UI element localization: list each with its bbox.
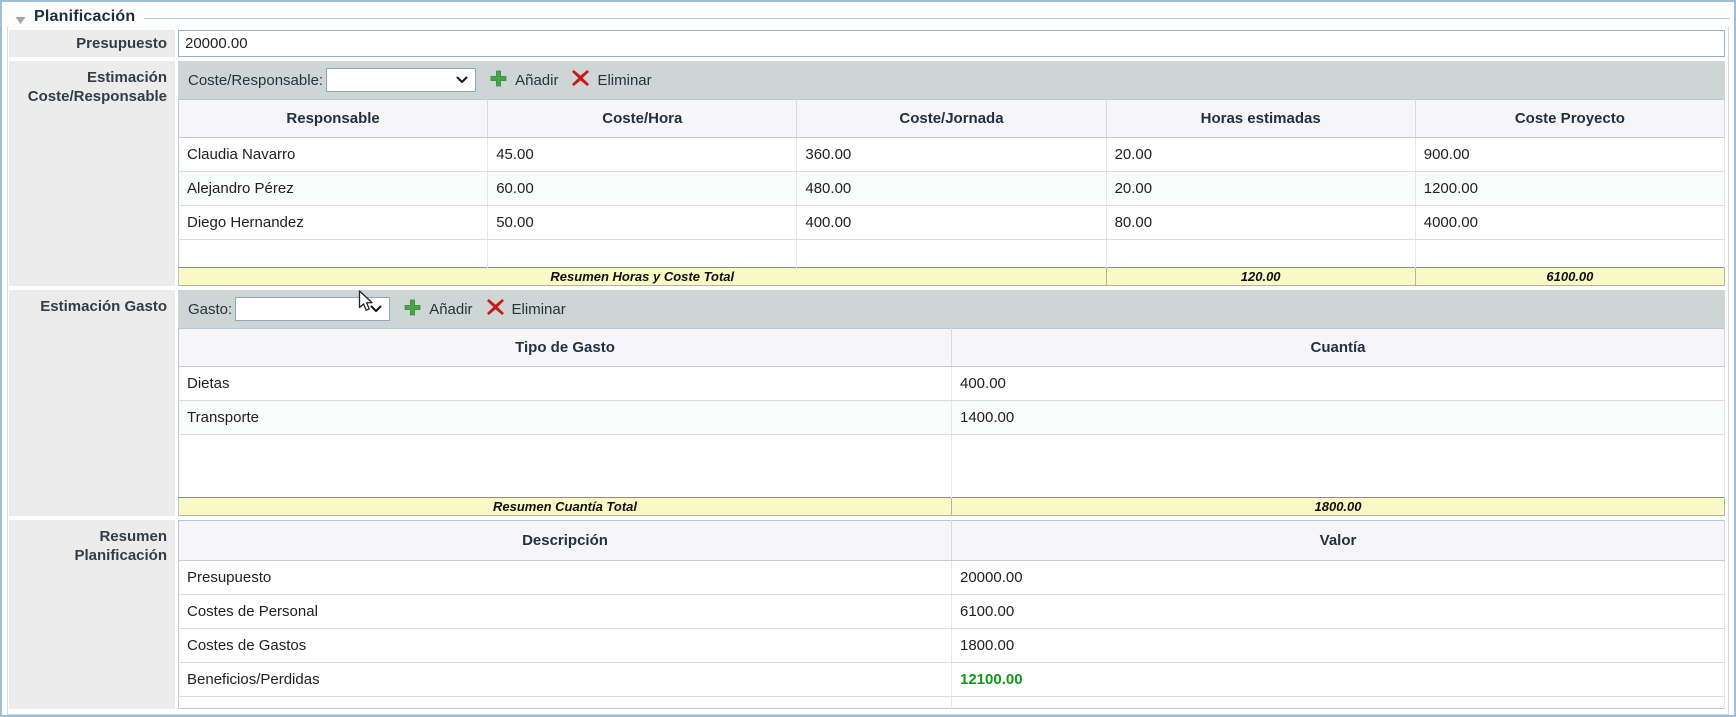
budget-input[interactable]	[178, 30, 1725, 57]
legend-rule	[144, 18, 1730, 19]
table-row[interactable]: Costes de Gastos 1800.00	[179, 629, 1725, 663]
table-row[interactable]: Dietas 400.00	[179, 367, 1725, 401]
table-row[interactable]: Alejandro Pérez 60.00 480.00 20.00 1200.…	[179, 172, 1725, 206]
col-header: Cuantía	[952, 329, 1725, 367]
expense-section: Gasto: Añadir Eliminar	[178, 290, 1725, 516]
total-amount: 1800.00	[952, 498, 1725, 516]
x-icon	[487, 299, 504, 319]
cost-toolbar: Coste/Responsable: Añadir Elim	[178, 61, 1725, 99]
empty-row	[179, 697, 1725, 709]
x-icon	[572, 70, 589, 90]
expense-section-label: Estimación Gasto	[9, 290, 175, 516]
remove-gasto-button[interactable]: Eliminar	[487, 299, 566, 319]
cost-section: Coste/Responsable: Añadir Elim	[178, 61, 1725, 286]
col-header: Descripción	[179, 521, 952, 561]
expense-summary-row: Resumen Cuantía Total 1800.00	[179, 498, 1725, 516]
planificacion-panel: Planificación Presupuesto Estimación Cos…	[0, 0, 1736, 717]
collapse-triangle-icon[interactable]	[15, 12, 26, 21]
cost-table-header-row: Responsable Coste/Hora Coste/Jornada Hor…	[179, 100, 1725, 138]
table-row[interactable]: Costes de Personal 6100.00	[179, 595, 1725, 629]
plus-icon	[490, 70, 507, 91]
cost-select-label: Coste/Responsable:	[188, 72, 323, 89]
expense-select-label: Gasto:	[188, 301, 232, 318]
coste-responsable-select[interactable]	[326, 68, 476, 92]
budget-label: Presupuesto	[9, 30, 175, 57]
section-header: Planificación	[6, 6, 1730, 27]
gasto-select[interactable]	[235, 297, 390, 321]
total-hours: 120.00	[1106, 268, 1415, 286]
col-header: Coste Proyecto	[1415, 100, 1724, 138]
remove-responsable-button[interactable]: Eliminar	[572, 70, 651, 90]
chevron-down-icon	[370, 300, 382, 318]
summary-section-label: Resumen Planificación	[9, 520, 175, 709]
profit-value: 12100.00	[952, 663, 1725, 697]
table-row[interactable]: Beneficios/Perdidas 12100.00	[179, 663, 1725, 697]
table-row[interactable]: Transporte 1400.00	[179, 401, 1725, 435]
col-header: Coste/Hora	[488, 100, 797, 138]
add-responsable-button[interactable]: Añadir	[490, 70, 558, 91]
summary-table-header-row: Descripción Valor	[179, 521, 1725, 561]
expense-table-header-row: Tipo de Gasto Cuantía	[179, 329, 1725, 367]
col-header: Tipo de Gasto	[179, 329, 952, 367]
plus-icon	[404, 299, 421, 320]
cost-summary-row: Resumen Horas y Coste Total 120.00 6100.…	[179, 268, 1725, 286]
expense-toolbar: Gasto: Añadir Eliminar	[178, 290, 1725, 328]
page-title: Planificación	[34, 8, 135, 26]
total-cost: 6100.00	[1415, 268, 1724, 286]
summary-section: Descripción Valor Presupuesto 20000.00 C…	[178, 520, 1725, 709]
col-header: Valor	[952, 521, 1725, 561]
col-header: Horas estimadas	[1106, 100, 1415, 138]
table-row[interactable]: Diego Hernandez 50.00 400.00 80.00 4000.…	[179, 206, 1725, 240]
col-header: Coste/Jornada	[797, 100, 1106, 138]
cost-section-label: Estimación Coste/Responsable	[9, 61, 175, 286]
col-header: Responsable	[179, 100, 488, 138]
empty-row	[179, 240, 1725, 268]
expense-table: Tipo de Gasto Cuantía Dietas 400.00 Tran…	[178, 328, 1725, 516]
summary-label: Resumen Horas y Coste Total	[179, 268, 1107, 286]
summary-table: Descripción Valor Presupuesto 20000.00 C…	[178, 520, 1725, 709]
chevron-down-icon	[456, 71, 468, 89]
summary-label: Resumen Cuantía Total	[179, 498, 952, 516]
form-grid: Presupuesto Estimación Coste/Responsable…	[7, 27, 1729, 715]
budget-field-wrap	[178, 30, 1725, 57]
table-row[interactable]: Presupuesto 20000.00	[179, 561, 1725, 595]
cost-table: Responsable Coste/Hora Coste/Jornada Hor…	[178, 99, 1725, 286]
table-row[interactable]: Claudia Navarro 45.00 360.00 20.00 900.0…	[179, 138, 1725, 172]
add-gasto-button[interactable]: Añadir	[404, 299, 472, 320]
empty-row	[179, 435, 1725, 498]
